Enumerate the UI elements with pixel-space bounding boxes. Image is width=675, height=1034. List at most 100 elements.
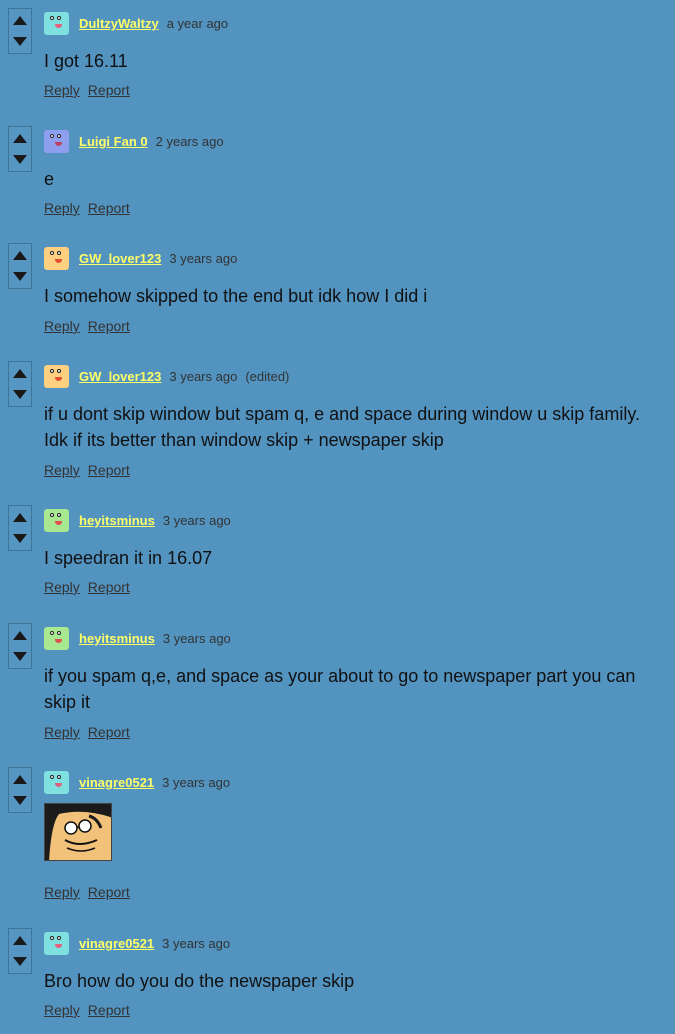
downvote-icon[interactable]: [13, 155, 27, 164]
avatar[interactable]: [44, 12, 69, 35]
avatar-eye: [50, 631, 54, 635]
report-link[interactable]: Report: [88, 1002, 130, 1018]
comment-body: e: [44, 169, 55, 189]
reply-link[interactable]: Reply: [44, 579, 80, 595]
comment-actions: Reply Report: [44, 579, 138, 595]
comment-meta: DultzyWaltzy a year ago: [79, 16, 236, 31]
vote-box: [8, 623, 32, 669]
avatar-eye: [57, 369, 61, 373]
upvote-icon[interactable]: [13, 513, 27, 522]
report-link[interactable]: Report: [88, 82, 130, 98]
avatar-mouth: [55, 259, 62, 263]
comment-timestamp: 2 years ago: [155, 134, 224, 149]
comment-body: Bro how do you do the newspaper skip: [44, 971, 355, 991]
username-link[interactable]: vinagre0521: [79, 936, 154, 951]
vote-box: [8, 505, 32, 551]
username-link[interactable]: Luigi Fan 0: [79, 134, 148, 149]
reply-link[interactable]: Reply: [44, 318, 80, 334]
comment-meta: GW_lover123 3 years ago (edited): [79, 369, 289, 384]
downvote-icon[interactable]: [13, 390, 27, 399]
comment-body: I got 16.11: [44, 51, 128, 71]
comment-actions: Reply Report: [44, 462, 138, 478]
downvote-icon[interactable]: [13, 272, 27, 281]
avatar-eye: [50, 775, 54, 779]
comment-meta: vinagre0521 3 years ago: [79, 775, 238, 790]
downvote-icon[interactable]: [13, 534, 27, 543]
avatar-eye: [50, 251, 54, 255]
avatar-mouth: [55, 377, 62, 381]
downvote-icon[interactable]: [13, 796, 27, 805]
avatar[interactable]: [44, 627, 69, 650]
comment-timestamp: 3 years ago: [169, 251, 238, 266]
upvote-icon[interactable]: [13, 631, 27, 640]
comment-attached-image[interactable]: [44, 803, 112, 861]
avatar-eye: [57, 251, 61, 255]
avatar-eye: [57, 134, 61, 138]
username-link[interactable]: vinagre0521: [79, 775, 154, 790]
vote-box: [8, 361, 32, 407]
vote-box: [8, 767, 32, 813]
comment-body: if you spam q,e, and space as your about…: [44, 666, 636, 712]
downvote-icon[interactable]: [13, 652, 27, 661]
comment-meta: heyitsminus 3 years ago: [79, 631, 239, 646]
avatar-eye: [57, 631, 61, 635]
avatar[interactable]: [44, 932, 69, 955]
comment-timestamp: 3 years ago: [162, 631, 231, 646]
reply-link[interactable]: Reply: [44, 1002, 80, 1018]
report-link[interactable]: Report: [88, 884, 130, 900]
vote-box: [8, 126, 32, 172]
username-link[interactable]: DultzyWaltzy: [79, 16, 159, 31]
avatar-eye: [50, 513, 54, 517]
comment-body: I somehow skipped to the end but idk how…: [44, 286, 428, 306]
reply-link[interactable]: Reply: [44, 462, 80, 478]
vote-box: [8, 8, 32, 54]
report-link[interactable]: Report: [88, 318, 130, 334]
comment-actions: Reply Report: [44, 200, 138, 216]
avatar[interactable]: [44, 365, 69, 388]
avatar-mouth: [55, 24, 62, 28]
report-link[interactable]: Report: [88, 462, 130, 478]
comment-timestamp: 3 years ago: [162, 775, 231, 790]
username-link[interactable]: GW_lover123: [79, 369, 161, 384]
avatar-eye: [50, 369, 54, 373]
comment-actions: Reply Report: [44, 884, 138, 900]
reply-link[interactable]: Reply: [44, 200, 80, 216]
comment-timestamp: 3 years ago: [162, 513, 231, 528]
downvote-icon[interactable]: [13, 37, 27, 46]
report-link[interactable]: Report: [88, 200, 130, 216]
avatar-mouth: [55, 783, 62, 787]
upvote-icon[interactable]: [13, 775, 27, 784]
upvote-icon[interactable]: [13, 251, 27, 260]
avatar-eye: [57, 775, 61, 779]
avatar-mouth: [55, 639, 62, 643]
avatar-eye: [57, 936, 61, 940]
vote-box: [8, 928, 32, 974]
reply-link[interactable]: Reply: [44, 884, 80, 900]
username-link[interactable]: GW_lover123: [79, 251, 161, 266]
username-link[interactable]: heyitsminus: [79, 631, 155, 646]
avatar[interactable]: [44, 130, 69, 153]
avatar[interactable]: [44, 247, 69, 270]
upvote-icon[interactable]: [13, 369, 27, 378]
comment-actions: Reply Report: [44, 82, 138, 98]
comment-meta: heyitsminus 3 years ago: [79, 513, 239, 528]
avatar-eye: [50, 16, 54, 20]
avatar[interactable]: [44, 771, 69, 794]
avatar-mouth: [55, 944, 62, 948]
comment-meta: Luigi Fan 0 2 years ago: [79, 134, 232, 149]
upvote-icon[interactable]: [13, 16, 27, 25]
downvote-icon[interactable]: [13, 957, 27, 966]
comment-body: if u dont skip window but spam q, e and …: [44, 404, 640, 450]
comment-actions: Reply Report: [44, 1002, 138, 1018]
report-link[interactable]: Report: [88, 579, 130, 595]
reply-link[interactable]: Reply: [44, 724, 80, 740]
reply-link[interactable]: Reply: [44, 82, 80, 98]
upvote-icon[interactable]: [13, 134, 27, 143]
username-link[interactable]: heyitsminus: [79, 513, 155, 528]
comment-actions: Reply Report: [44, 318, 138, 334]
upvote-icon[interactable]: [13, 936, 27, 945]
report-link[interactable]: Report: [88, 724, 130, 740]
avatar[interactable]: [44, 509, 69, 532]
vote-box: [8, 243, 32, 289]
comment-timestamp: 3 years ago: [162, 936, 231, 951]
